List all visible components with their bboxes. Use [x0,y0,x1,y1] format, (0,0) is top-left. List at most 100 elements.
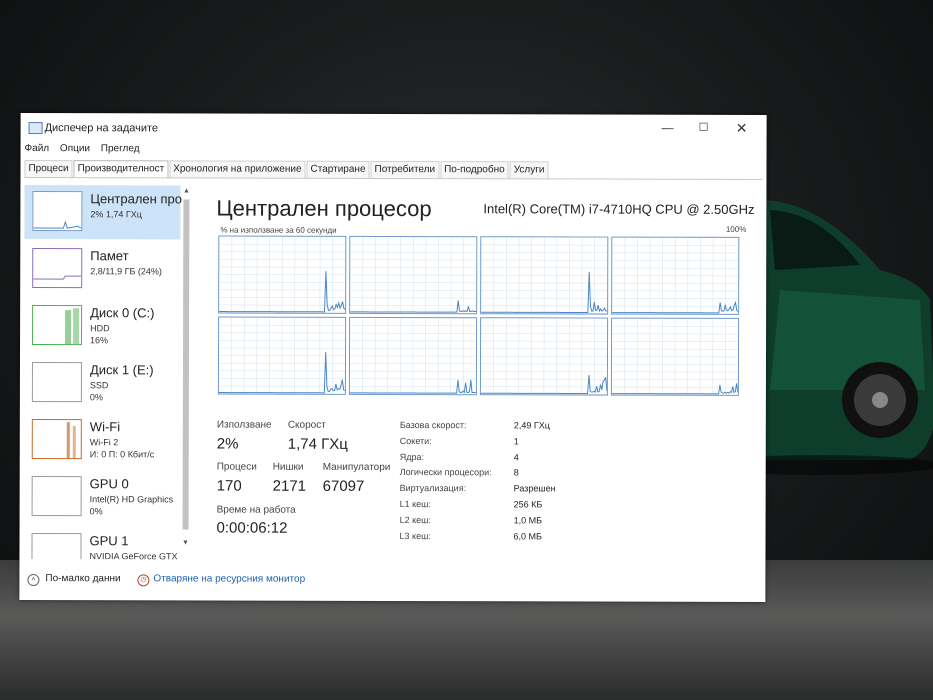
sidebar-item-label: Централен про [90,191,182,207]
resource-monitor-icon: ◷ [137,574,150,587]
cpu-core-graph [480,236,609,315]
menu-bar: Файл Опции Преглед [25,143,148,159]
spec-label: Базова скорост: [399,420,467,431]
page-title: Централен процесор [216,195,432,222]
speed-value: 1,74 ГХц [287,435,348,453]
gpu0-mini-graph [31,476,82,517]
spec-value: 4 [513,452,519,463]
sidebar-item-detail: SSD [89,380,109,391]
sidebar-item-detail: 2% 1,74 ГХц [90,209,142,220]
resource-monitor-link[interactable]: Отваряне на ресурсния монитор [153,573,305,584]
usage-label: Използване [216,419,272,431]
sidebar-item-disk0[interactable]: Диск 0 (C:) HDD 16% [24,299,180,353]
sidebar-item-label: Диск 0 (C:) [90,305,155,321]
tab-divider [24,177,763,180]
sidebar-item-gpu1[interactable]: GPU 1 NVIDIA GeForce GTX 0% [23,527,179,560]
disk0-mini-graph [32,305,83,346]
spec-value: Разрешен [513,483,556,494]
sidebar-item-disk1[interactable]: Диск 1 (E:) SSD 0% [24,356,180,410]
fewer-details-link[interactable]: По-малко данни [45,573,120,584]
sidebar-item-detail: NVIDIA GeForce GTX [89,551,178,560]
spec-value: 1 [513,436,519,447]
scroll-up-icon[interactable]: ▲ [182,187,190,194]
scrollbar-thumb[interactable] [182,199,190,530]
processes-value: 170 [216,477,242,495]
spec-label: L1 кеш: [399,499,431,510]
spec-value: 1,0 МБ [513,515,543,526]
spec-value: 8 [513,467,519,478]
sidebar-item-cpu[interactable]: Централен про 2% 1,74 ГХц [24,185,182,240]
gpu1-mini-graph [31,533,82,560]
car-photo [740,200,933,475]
spec-label: Сокети: [399,436,432,447]
spec-value: 2,49 ГХц [513,420,550,431]
tab-details[interactable]: По-подробно [440,161,509,180]
sidebar-item-value: 16% [90,335,109,346]
spec-label: Логически процесори: [399,467,492,478]
cpu-core-graph [611,236,740,315]
cpu-core-graph [348,316,478,396]
tab-performance[interactable]: Производителност [73,160,169,179]
cpu-panel: Централен процесор Intel(R) Core(TM) i7-… [216,194,755,396]
sidebar-item-label: Диск 1 (E:) [89,362,154,378]
sidebar-item-value: 0% [89,506,103,517]
sidebar-item-label: Памет [90,248,129,264]
sidebar-item-detail: Wi-Fi 2 [89,437,119,448]
tab-processes[interactable]: Процеси [24,160,73,179]
sidebar-item-label: GPU 1 [89,533,129,549]
maximize-icon[interactable]: ☐ [689,119,719,137]
speed-label: Скорост [287,419,326,431]
window-title: Диспечер на задачите [44,122,159,135]
spec-label: Ядра: [399,452,425,463]
scroll-down-icon[interactable]: ▼ [182,539,190,546]
task-manager-window: Диспечер на задачите — ☐ ✕ Файл Опции Пр… [19,113,767,602]
uptime-value: 0:00:06:12 [216,519,288,537]
menu-options[interactable]: Опции [60,143,90,154]
handles-value: 67097 [322,477,365,495]
task-manager-icon [28,122,43,135]
wifi-mini-graph [31,419,82,460]
cpu-model: Intel(R) Core(TM) i7-4710HQ CPU @ 2.50GH… [483,201,755,217]
graph-caption: % на използване за 60 секунди [220,225,337,235]
threads-value: 2171 [272,477,307,495]
sidebar-item-wifi[interactable]: Wi-Fi Wi-Fi 2 И: 0 П: 0 Кбит/с [24,413,180,467]
resource-sidebar: Централен про 2% 1,74 ГХц Памет 2,8/11,9… [23,185,194,560]
sidebar-item-detail: HDD [90,323,110,334]
tab-startup[interactable]: Стартиране [306,160,370,179]
spec-label: L2 кеш: [399,515,431,526]
spec-label: L3 кеш: [399,531,431,542]
tab-app-history[interactable]: Хронология на приложение [169,160,306,179]
tab-users[interactable]: Потребители [370,160,440,180]
chevron-up-icon[interactable]: ˄ [27,574,40,587]
title-bar: Диспечер на задачите — ☐ ✕ [21,113,767,141]
close-icon[interactable]: ✕ [727,119,757,137]
spec-value: 6,0 МБ [513,531,542,542]
sidebar-item-detail: Intel(R) HD Graphics [89,494,174,505]
cpu-mini-graph [32,191,83,232]
sidebar-item-value: 0% [89,392,103,403]
menu-view[interactable]: Преглед [101,143,140,154]
cpu-core-graph [217,316,347,395]
spec-value: 256 КБ [513,499,543,510]
sidebar-item-value: И: 0 П: 0 Кбит/с [89,449,155,460]
processes-label: Процеси [216,461,257,473]
graph-max-label: 100% [725,224,747,234]
sidebar-item-detail: 2,8/11,9 ГБ (24%) [90,266,162,277]
cpu-core-graph [479,317,609,396]
threads-label: Нишки [272,461,304,473]
sidebar-item-memory[interactable]: Памет 2,8/11,9 ГБ (24%) [24,242,180,296]
sidebar-scrollbar[interactable]: ▲ ▼ [181,187,190,549]
cpu-core-graph [349,235,478,315]
minimize-icon[interactable]: — [653,119,683,137]
sidebar-item-label: Wi-Fi [89,419,121,435]
memory-mini-graph [32,248,83,289]
tab-services[interactable]: Услуги [509,161,549,180]
cpu-core-graph [218,235,347,314]
usage-value: 2% [216,435,239,453]
uptime-label: Време на работа [216,504,296,516]
handles-label: Манипулатори [322,461,391,473]
menu-file[interactable]: Файл [25,143,50,154]
sidebar-item-label: GPU 0 [89,476,129,492]
spec-label: Виртуализация: [399,483,467,494]
sidebar-item-gpu0[interactable]: GPU 0 Intel(R) HD Graphics 0% [24,470,180,524]
